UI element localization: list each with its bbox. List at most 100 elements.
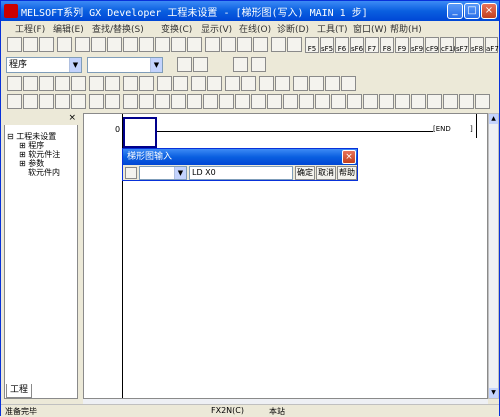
list-view-icon[interactable]: [23, 76, 38, 91]
ladder-tool-17-icon[interactable]: [267, 94, 282, 109]
menu-diagnose[interactable]: 诊断(D): [277, 22, 309, 35]
ladder-tool-14-icon[interactable]: [219, 94, 234, 109]
maximize-button[interactable]: □: [464, 3, 480, 19]
zoom-icon[interactable]: [259, 76, 274, 91]
close-icon[interactable]: ×: [68, 113, 76, 123]
window-icon[interactable]: [341, 76, 356, 91]
ladder-cursor[interactable]: [123, 117, 157, 148]
print-icon[interactable]: [57, 37, 72, 52]
ladder-tool-11-icon[interactable]: [171, 94, 186, 109]
menu-edit[interactable]: 编辑(E): [53, 22, 84, 35]
find-instruction-icon[interactable]: [187, 37, 202, 52]
read-plc-icon[interactable]: [221, 37, 236, 52]
ladder-tool-24-icon[interactable]: [379, 94, 394, 109]
convert-icon[interactable]: [191, 76, 206, 91]
alias-icon[interactable]: [251, 57, 266, 72]
key-af7[interactable]: aF7: [485, 37, 499, 53]
menu-project[interactable]: 工程(F): [15, 22, 45, 35]
vertical-line-icon[interactable]: [71, 94, 86, 109]
ladder-tool-28-icon[interactable]: [443, 94, 458, 109]
ladder-tool-8-icon[interactable]: [123, 94, 138, 109]
vertical-scrollbar[interactable]: ▲ ▼: [488, 113, 499, 399]
key-f9[interactable]: F9: [395, 37, 409, 53]
contact-icon[interactable]: [23, 94, 38, 109]
ladder-tool-21-icon[interactable]: [331, 94, 346, 109]
note-icon[interactable]: [233, 57, 248, 72]
ok-button[interactable]: 确定: [295, 166, 315, 180]
tree-item-root[interactable]: ⊟ 工程未设置: [7, 131, 60, 141]
key-f6[interactable]: F6: [335, 37, 349, 53]
save-icon[interactable]: [39, 37, 54, 52]
undo-icon[interactable]: [123, 37, 138, 52]
display-mode-icon[interactable]: [275, 76, 290, 91]
key-sf8[interactable]: sF8: [470, 37, 484, 53]
dialog-close-button[interactable]: ×: [342, 150, 356, 164]
tree-item-device-memory[interactable]: 软元件内: [7, 167, 60, 177]
key-cf9[interactable]: cF9: [425, 37, 439, 53]
ladder-tool-16-icon[interactable]: [251, 94, 266, 109]
key-sf9[interactable]: sF9: [410, 37, 424, 53]
instruction-list-icon[interactable]: [293, 76, 308, 91]
online-change-icon[interactable]: [225, 76, 240, 91]
ladder-tool-19-icon[interactable]: [299, 94, 314, 109]
simulation-icon[interactable]: [241, 76, 256, 91]
chevron-down-icon[interactable]: ▼: [69, 58, 81, 72]
cancel-button[interactable]: 取消: [316, 166, 336, 180]
redo-icon[interactable]: [139, 37, 154, 52]
alias-display-icon[interactable]: [325, 76, 340, 91]
ladder-tool-13-icon[interactable]: [203, 94, 218, 109]
comment-display-icon[interactable]: [309, 76, 324, 91]
ladder-tool-22-icon[interactable]: [347, 94, 362, 109]
tree-item-device-comment[interactable]: ⊞ 软元件注: [7, 149, 60, 159]
open-icon[interactable]: [23, 37, 38, 52]
new-icon[interactable]: [7, 37, 22, 52]
monitor-icon[interactable]: [237, 37, 252, 52]
statement-icon[interactable]: [193, 57, 208, 72]
help-button[interactable]: 帮助: [337, 166, 357, 180]
menu-convert[interactable]: 变换(C): [161, 22, 192, 35]
label-icon[interactable]: [55, 76, 70, 91]
menu-online[interactable]: 在线(O): [239, 22, 271, 35]
line-icon[interactable]: [55, 94, 70, 109]
menu-window[interactable]: 窗口(W): [353, 22, 387, 35]
ladder-tool-9-icon[interactable]: [139, 94, 154, 109]
menu-view[interactable]: 显示(V): [201, 22, 232, 35]
step-jump-icon[interactable]: [173, 76, 188, 91]
ladder-tool-12-icon[interactable]: [187, 94, 202, 109]
chevron-down-icon[interactable]: ▼: [174, 167, 186, 179]
entry-monitor-icon[interactable]: [287, 37, 302, 52]
key-sf6[interactable]: sF6: [350, 37, 364, 53]
convert-all-icon[interactable]: [207, 76, 222, 91]
ladder-tool-15-icon[interactable]: [235, 94, 250, 109]
device-combo[interactable]: ▼: [87, 57, 163, 73]
find-device-icon[interactable]: [171, 37, 186, 52]
monitor-write-mode-icon[interactable]: [139, 76, 154, 91]
instruction-type-combo[interactable]: ▼: [139, 166, 187, 180]
ladder-tool-18-icon[interactable]: [283, 94, 298, 109]
instruction-type-icon[interactable]: [125, 167, 137, 179]
ladder-tool-27-icon[interactable]: [427, 94, 442, 109]
ladder-tool-23-icon[interactable]: [363, 94, 378, 109]
ladder-tool-26-icon[interactable]: [411, 94, 426, 109]
device-batch-icon[interactable]: [271, 37, 286, 52]
tree-item-parameter[interactable]: ⊞ 参数: [7, 158, 60, 168]
program-combo[interactable]: 程序 ▼: [6, 57, 82, 73]
program-check-icon[interactable]: [157, 76, 172, 91]
key-sf5[interactable]: sF5: [320, 37, 334, 53]
paste-icon[interactable]: [107, 37, 122, 52]
ladder-tool-25-icon[interactable]: [395, 94, 410, 109]
cut-icon[interactable]: [75, 37, 90, 52]
key-f8[interactable]: F8: [380, 37, 394, 53]
key-sf7[interactable]: sF7: [455, 37, 469, 53]
menu-tools[interactable]: 工具(T): [317, 22, 348, 35]
monitor-write-icon[interactable]: [253, 37, 268, 52]
scroll-up-icon[interactable]: ▲: [489, 114, 498, 124]
comment-icon[interactable]: [177, 57, 192, 72]
menu-help[interactable]: 帮助(H): [390, 22, 422, 35]
menu-find-replace[interactable]: 查找/替换(S): [92, 22, 144, 35]
instruction-input[interactable]: LD X0: [189, 166, 293, 180]
tab-project[interactable]: 工程: [6, 384, 32, 398]
write-plc-icon[interactable]: [205, 37, 220, 52]
coil-icon[interactable]: [39, 94, 54, 109]
read-mode-icon[interactable]: [105, 76, 120, 91]
